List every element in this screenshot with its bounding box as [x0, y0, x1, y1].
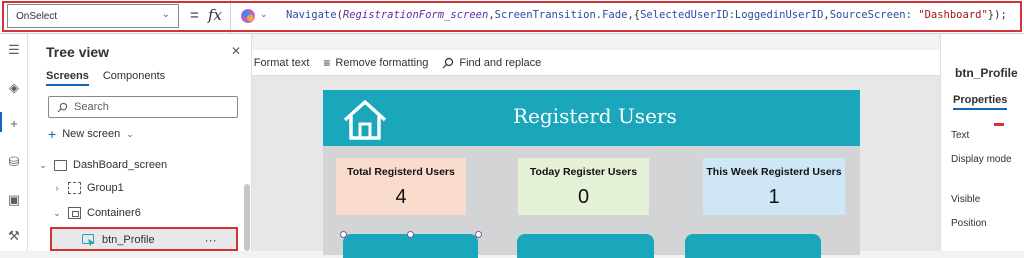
group-icon	[68, 182, 81, 194]
formula-transition: ScreenTransition.Fade	[494, 9, 628, 21]
scrollbar[interactable]	[244, 184, 250, 251]
chevron-down-icon: ⌄	[161, 9, 170, 20]
find-replace-label: Find and replace	[459, 56, 542, 69]
formula-arg-screen: RegistrationForm_screen	[342, 9, 489, 21]
remove-formatting-label: Remove formatting	[335, 56, 429, 69]
plus-icon[interactable]: +	[6, 116, 22, 132]
chevron-down-icon[interactable]: ⌄	[52, 208, 62, 219]
app-header: Registerd Users	[323, 90, 860, 146]
chevron-down-icon[interactable]: ⌄	[260, 9, 268, 20]
formula-value: LoggedinUserID	[734, 9, 824, 21]
divider	[230, 0, 231, 34]
search-icon	[57, 102, 68, 112]
find-replace-button[interactable]: Find and replace	[442, 57, 541, 69]
formula-punct: });	[987, 9, 1007, 21]
tree-view-title: Tree view	[46, 44, 110, 60]
formula-function: Navigate	[286, 9, 337, 21]
chevron-down-icon: ⌄	[126, 128, 134, 139]
formula-punct: ,{	[627, 9, 641, 21]
tools-icon[interactable]: ⚒	[6, 228, 22, 244]
tree-view-panel: Tree view ✕ Screens Components Search + …	[28, 34, 252, 251]
prop-row-display-mode[interactable]: Display mode	[951, 154, 1012, 165]
active-indicator	[0, 112, 2, 132]
new-screen-label: New screen	[62, 128, 121, 140]
stat-label: Today Register Users	[529, 166, 638, 178]
selection-handle[interactable]	[475, 231, 482, 238]
property-dropdown-value: OnSelect	[16, 10, 58, 22]
home-icon[interactable]	[341, 98, 389, 142]
stat-value: 0	[577, 186, 590, 208]
fx-icon[interactable]: fx	[208, 6, 222, 24]
copilot-icon[interactable]	[240, 8, 256, 24]
tree-node-btn-profile-content[interactable]: btn_Profile ···	[82, 231, 217, 249]
tab-components[interactable]: Components	[103, 70, 165, 86]
stat-card-today: Today Register Users 0	[518, 158, 649, 215]
layers-icon[interactable]: ◈	[6, 80, 22, 96]
stat-card-week: This Week Registerd Users 1	[703, 158, 845, 215]
remove-formatting-button[interactable]: ≡ Remove formatting	[323, 56, 428, 70]
more-options-icon[interactable]: ···	[205, 233, 217, 247]
tree-node-container6[interactable]: ⌄ Container6	[52, 204, 141, 222]
plus-icon: +	[48, 126, 57, 142]
tree-node-dashboard-screen[interactable]: ⌄ DashBoard_screen	[38, 156, 167, 174]
hamburger-menu-icon[interactable]: ☰	[6, 42, 22, 58]
app-screen-preview: Registerd Users Total Registerd Users 4 …	[323, 90, 860, 258]
stat-label: This Week Registerd Users	[706, 166, 842, 178]
equals-sign: =	[190, 7, 199, 24]
stat-label: Total Registerd Users	[347, 166, 455, 178]
selected-control-name: btn_Profile	[955, 66, 1018, 80]
button-icon	[82, 233, 95, 246]
tab-properties[interactable]: Properties	[953, 94, 1008, 110]
stat-card-total: Total Registerd Users 4	[336, 158, 466, 215]
tree-node-label: Container6	[87, 207, 141, 219]
media-icon[interactable]: ▣	[6, 192, 22, 208]
highlight-mark	[994, 123, 1004, 126]
formula-toolbar: ☰ Format text ≡ Remove formatting Find a…	[230, 50, 940, 76]
formula-string: "Dashboard"	[918, 9, 988, 21]
left-rail: ☰ ◈ + ⛁ ▣ ⚒	[0, 34, 28, 251]
tree-node-group1[interactable]: › Group1	[52, 179, 124, 197]
stat-value: 1	[768, 186, 780, 208]
tree-tabs: Screens Components	[46, 70, 165, 86]
close-icon[interactable]: ✕	[231, 44, 241, 58]
app-button[interactable]	[685, 234, 821, 258]
prop-row-text[interactable]: Text	[951, 130, 969, 141]
formula-key: SelectedUserID:	[640, 9, 735, 21]
property-dropdown[interactable]: OnSelect ⌄	[7, 4, 179, 28]
chevron-right-icon[interactable]: ›	[52, 183, 62, 193]
app-button[interactable]	[517, 234, 654, 258]
database-icon[interactable]: ⛁	[6, 154, 22, 170]
formula-bar: OnSelect ⌄ = fx ⌄ Navigate(RegistrationF…	[0, 0, 1024, 34]
prop-row-visible[interactable]: Visible	[951, 194, 980, 205]
properties-panel: btn_Profile Properties Text Display mode…	[940, 34, 1024, 251]
tree-node-label: btn_Profile	[102, 234, 155, 246]
app-title: Registerd Users	[513, 104, 677, 128]
chevron-down-icon[interactable]: ⌄	[38, 160, 48, 171]
search-placeholder: Search	[74, 101, 109, 113]
formula-key: SourceScreen:	[829, 9, 919, 21]
search-input[interactable]: Search	[48, 96, 238, 118]
tree-node-label: DashBoard_screen	[73, 159, 168, 171]
align-lines-icon: ≡	[323, 55, 331, 70]
selection-handle[interactable]	[407, 231, 414, 238]
selection-handle[interactable]	[340, 231, 347, 238]
design-canvas: Registerd Users Total Registerd Users 4 …	[252, 76, 940, 258]
new-screen-button[interactable]: + New screen ⌄	[48, 126, 134, 142]
prop-row-position[interactable]: Position	[951, 218, 987, 229]
tree-node-label: Group1	[87, 182, 124, 194]
formula-input[interactable]: Navigate(RegistrationForm_screen,ScreenT…	[286, 9, 1007, 21]
container-icon	[68, 207, 81, 219]
format-text-label: Format text	[253, 56, 310, 69]
stat-value: 4	[395, 186, 407, 208]
search-icon	[442, 57, 454, 68]
screen-icon	[54, 159, 67, 171]
tab-screens[interactable]: Screens	[46, 70, 89, 86]
